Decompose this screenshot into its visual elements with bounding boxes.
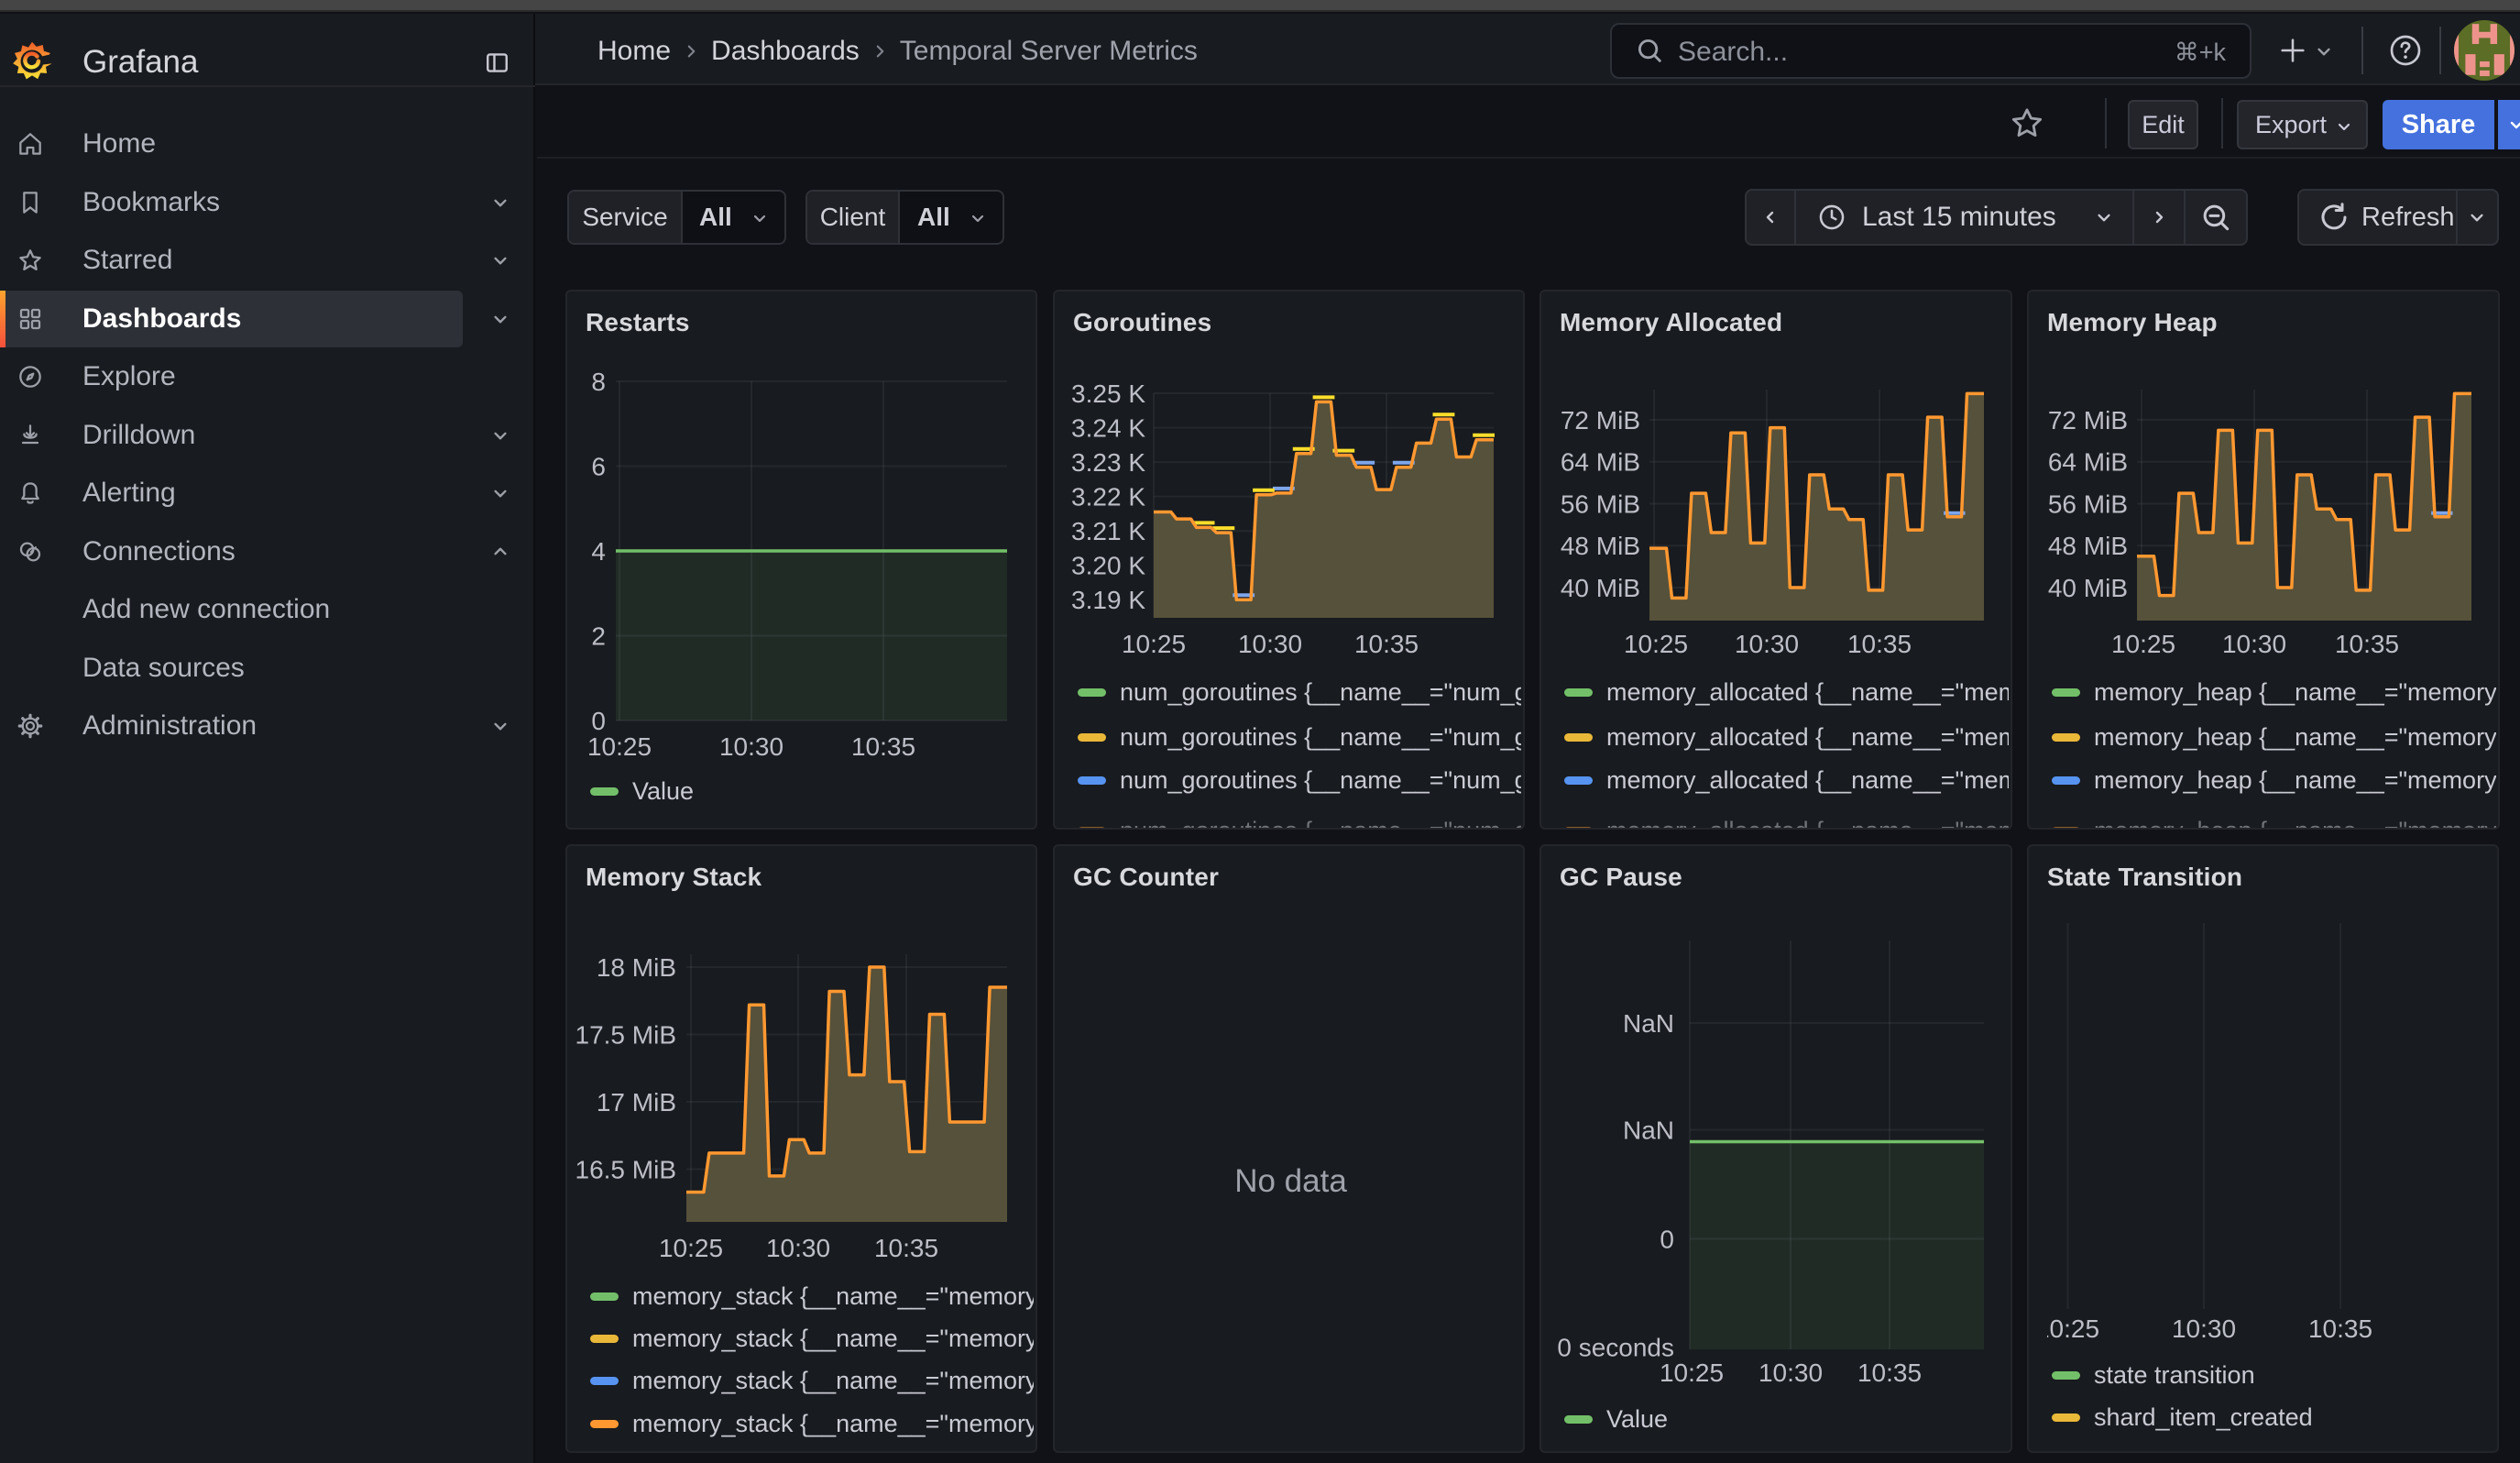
svg-text:72 MiB: 72 MiB bbox=[1561, 406, 1640, 434]
svg-text:3.25 K: 3.25 K bbox=[1071, 380, 1145, 408]
svg-text:2: 2 bbox=[591, 622, 606, 650]
svg-text:0: 0 bbox=[1660, 1225, 1674, 1253]
svg-text:17.5 MiB: 17.5 MiB bbox=[575, 1020, 677, 1049]
svg-text:10:35: 10:35 bbox=[1857, 1358, 1922, 1387]
svg-text:8: 8 bbox=[591, 368, 606, 396]
svg-text:40 MiB: 40 MiB bbox=[2048, 574, 2128, 602]
svg-text:10:25: 10:25 bbox=[659, 1234, 723, 1262]
svg-text:10:35: 10:35 bbox=[851, 732, 915, 761]
svg-text:10:25: 10:25 bbox=[1660, 1358, 1724, 1387]
svg-text:3.22 K: 3.22 K bbox=[1071, 482, 1145, 511]
svg-text:10:30: 10:30 bbox=[719, 732, 783, 761]
svg-text:72 MiB: 72 MiB bbox=[2048, 406, 2128, 434]
svg-text:3.20 K: 3.20 K bbox=[1071, 552, 1145, 580]
svg-text:10:30: 10:30 bbox=[1759, 1358, 1823, 1387]
svg-text:10:30: 10:30 bbox=[1735, 630, 1799, 658]
svg-text:64 MiB: 64 MiB bbox=[2048, 448, 2128, 477]
svg-text:NaN: NaN bbox=[1623, 1009, 1674, 1038]
svg-text:10:35: 10:35 bbox=[1354, 630, 1419, 658]
svg-text:64 MiB: 64 MiB bbox=[1561, 448, 1640, 477]
svg-text:17 MiB: 17 MiB bbox=[597, 1088, 676, 1116]
svg-text:40 MiB: 40 MiB bbox=[1561, 574, 1640, 602]
svg-text:48 MiB: 48 MiB bbox=[1561, 532, 1640, 560]
svg-text:10:25: 10:25 bbox=[1624, 630, 1688, 658]
svg-text:56 MiB: 56 MiB bbox=[2048, 490, 2128, 518]
svg-text:4: 4 bbox=[591, 537, 606, 566]
svg-text:3.19 K: 3.19 K bbox=[1071, 586, 1145, 614]
svg-text:10:35: 10:35 bbox=[1847, 630, 1912, 658]
svg-text:18 MiB: 18 MiB bbox=[597, 953, 676, 982]
svg-text:3.23 K: 3.23 K bbox=[1071, 448, 1145, 477]
svg-text:16.5 MiB: 16.5 MiB bbox=[575, 1155, 677, 1183]
svg-text:10:25: 10:25 bbox=[2111, 630, 2175, 658]
svg-text:10:30: 10:30 bbox=[2222, 630, 2286, 658]
svg-text:10:35: 10:35 bbox=[874, 1234, 938, 1262]
svg-text:10:25: 10:25 bbox=[587, 732, 652, 761]
svg-text:10:30: 10:30 bbox=[1238, 630, 1302, 658]
svg-text:NaN: NaN bbox=[1623, 1116, 1674, 1144]
svg-text:3.24 K: 3.24 K bbox=[1071, 413, 1145, 442]
svg-text:0 seconds: 0 seconds bbox=[1557, 1333, 1674, 1361]
svg-text:48 MiB: 48 MiB bbox=[2048, 532, 2128, 560]
svg-text:6: 6 bbox=[591, 452, 606, 480]
svg-text:0: 0 bbox=[591, 707, 606, 735]
svg-text:3.21 K: 3.21 K bbox=[1071, 517, 1145, 545]
svg-text:10:25: 10:25 bbox=[1122, 630, 1186, 658]
svg-text:56 MiB: 56 MiB bbox=[1561, 490, 1640, 518]
svg-text:10:30: 10:30 bbox=[766, 1234, 830, 1262]
svg-text:10:35: 10:35 bbox=[2335, 630, 2399, 658]
